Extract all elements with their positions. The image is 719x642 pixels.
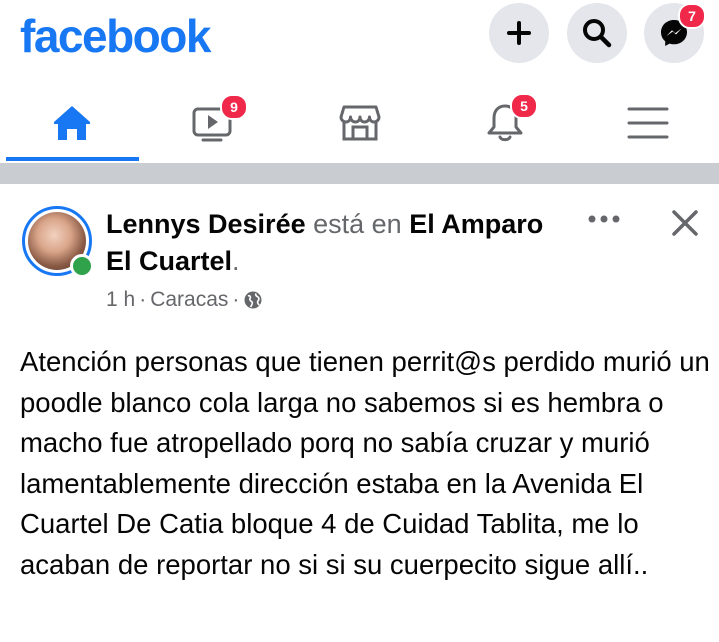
close-icon: [672, 210, 698, 236]
menu-icon: [627, 107, 669, 139]
tab-bar: 9 5: [0, 84, 719, 164]
author-name[interactable]: Lennys Desirée: [106, 209, 306, 239]
tab-home[interactable]: [7, 84, 137, 162]
search-icon: [583, 19, 612, 48]
post-header-text: Lennys Desirée está en El Amparo El Cuar…: [106, 206, 576, 280]
home-icon: [54, 106, 90, 140]
post-body-text: Atención personas que tienen perrit@s pe…: [20, 346, 710, 580]
tab-watch[interactable]: 9: [148, 84, 278, 162]
tab-menu[interactable]: [583, 84, 713, 162]
post-meta: 1 h · Caracas ·: [106, 288, 263, 312]
watch-badge: 9: [220, 94, 248, 120]
more-icon: [588, 215, 620, 223]
marketplace-icon: [339, 105, 381, 141]
top-bar: facebook 7: [0, 0, 719, 70]
meta-separator: ·: [232, 288, 240, 311]
search-button[interactable]: [567, 3, 627, 63]
tab-notifications[interactable]: 5: [440, 84, 570, 162]
online-status-dot: [70, 254, 94, 278]
messenger-button[interactable]: 7: [644, 3, 706, 63]
tab-marketplace[interactable]: [295, 84, 425, 162]
post-location[interactable]: Caracas: [150, 288, 228, 312]
globe-icon: [244, 291, 262, 309]
active-tab-indicator: [6, 157, 139, 161]
post-time[interactable]: 1 h: [106, 288, 135, 312]
messenger-badge: 7: [678, 3, 706, 29]
facebook-logo[interactable]: facebook: [20, 6, 211, 66]
hide-post-button[interactable]: [666, 204, 704, 242]
notifications-badge: 5: [510, 93, 538, 119]
feed-divider: [0, 163, 719, 184]
more-options-button[interactable]: [586, 204, 622, 234]
meta-separator: ·: [139, 288, 147, 311]
connector-text: está en: [313, 209, 402, 239]
header-period: .: [232, 246, 240, 276]
create-button[interactable]: [489, 3, 549, 63]
plus-icon: [507, 21, 531, 45]
